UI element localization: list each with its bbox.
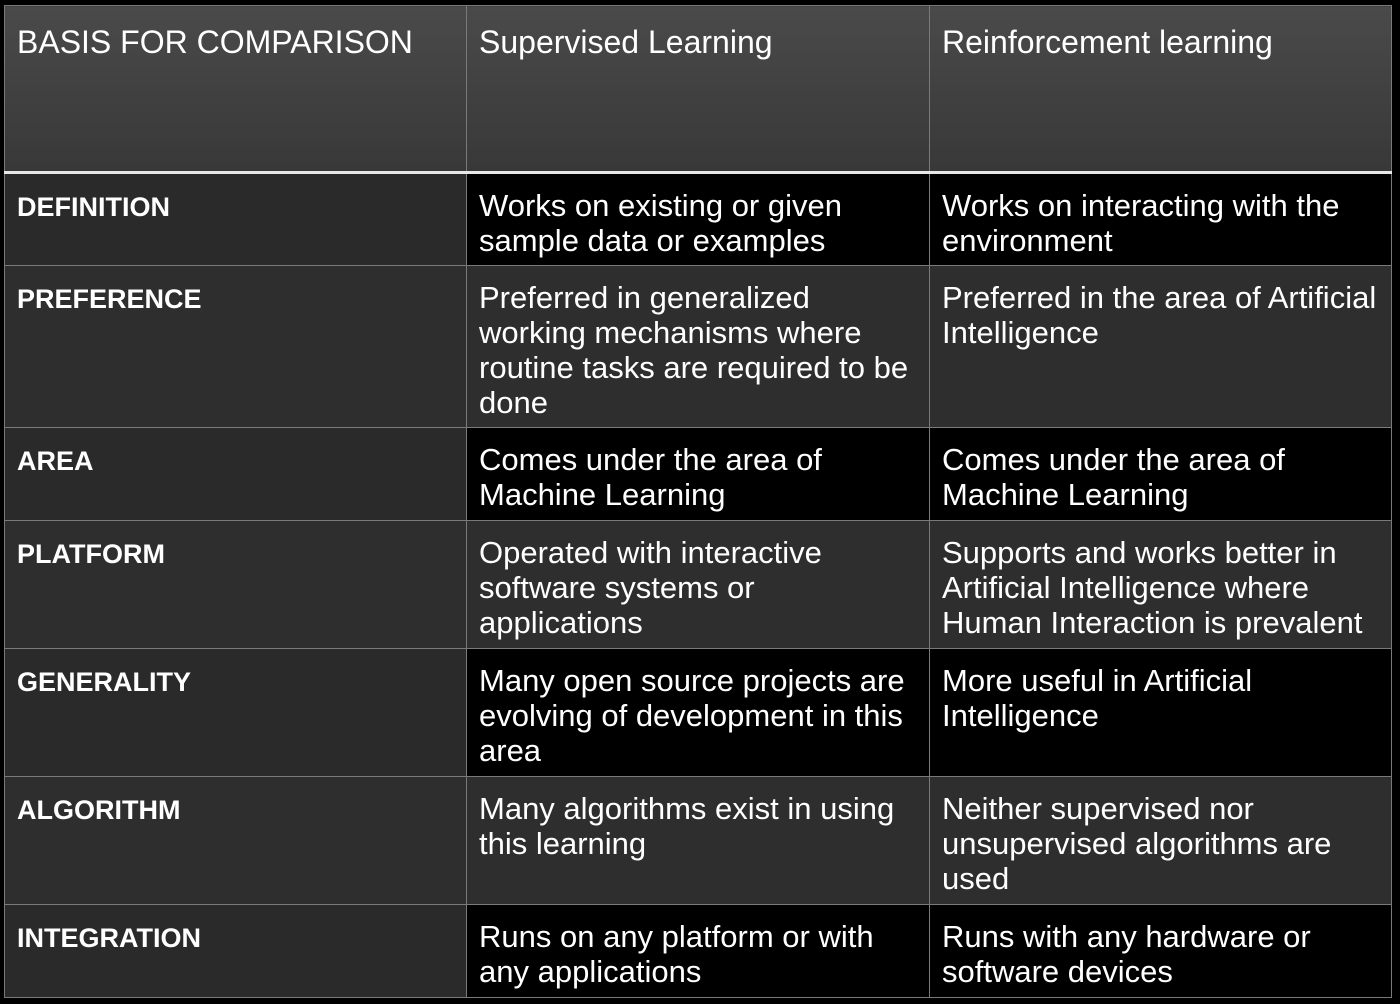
row-label: ALGORITHM	[4, 776, 467, 905]
table-row-algorithm: ALGORITHM Many algorithms exist in using…	[4, 776, 1392, 905]
reinforcement-cell: Runs with any hardware or software devic…	[929, 904, 1392, 998]
supervised-cell: Preferred in generalized working mechani…	[466, 265, 930, 428]
row-label: DEFINITION	[4, 172, 467, 266]
reinforcement-cell: Preferred in the area of Artificial Inte…	[929, 265, 1392, 428]
reinforcement-cell: Supports and works better in Artificial …	[929, 520, 1392, 649]
supervised-cell: Comes under the area of Machine Learning	[466, 427, 930, 521]
header-reinforcement: Reinforcement learning	[929, 5, 1392, 174]
row-label: PREFERENCE	[4, 265, 467, 428]
header-row: BASIS FOR COMPARISON Supervised Learning…	[4, 5, 1392, 174]
row-label: AREA	[4, 427, 467, 521]
reinforcement-cell: More useful in Artificial Intelligence	[929, 648, 1392, 777]
supervised-cell: Works on existing or given sample data o…	[466, 172, 930, 266]
table-row-generality: GENERALITY Many open source projects are…	[4, 648, 1392, 777]
comparison-table-frame: BASIS FOR COMPARISON Supervised Learning…	[4, 5, 1392, 998]
table-row-definition: DEFINITION Works on existing or given sa…	[4, 172, 1392, 266]
header-basis: BASIS FOR COMPARISON	[4, 5, 467, 174]
table-row-area: AREA Comes under the area of Machine Lea…	[4, 427, 1392, 521]
row-label: INTEGRATION	[4, 904, 467, 998]
supervised-cell: Operated with interactive software syste…	[466, 520, 930, 649]
row-label: PLATFORM	[4, 520, 467, 649]
comparison-table: BASIS FOR COMPARISON Supervised Learning…	[4, 5, 1392, 998]
supervised-cell: Many algorithms exist in using this lear…	[466, 776, 930, 905]
table-row-preference: PREFERENCE Preferred in generalized work…	[4, 265, 1392, 428]
row-label: GENERALITY	[4, 648, 467, 777]
table-row-platform: PLATFORM Operated with interactive softw…	[4, 520, 1392, 649]
header-supervised: Supervised Learning	[466, 5, 930, 174]
table-row-integration: INTEGRATION Runs on any platform or with…	[4, 904, 1392, 998]
supervised-cell: Many open source projects are evolving o…	[466, 648, 930, 777]
reinforcement-cell: Neither supervised nor unsupervised algo…	[929, 776, 1392, 905]
supervised-cell: Runs on any platform or with any applica…	[466, 904, 930, 998]
reinforcement-cell: Works on interacting with the environmen…	[929, 172, 1392, 266]
reinforcement-cell: Comes under the area of Machine Learning	[929, 427, 1392, 521]
